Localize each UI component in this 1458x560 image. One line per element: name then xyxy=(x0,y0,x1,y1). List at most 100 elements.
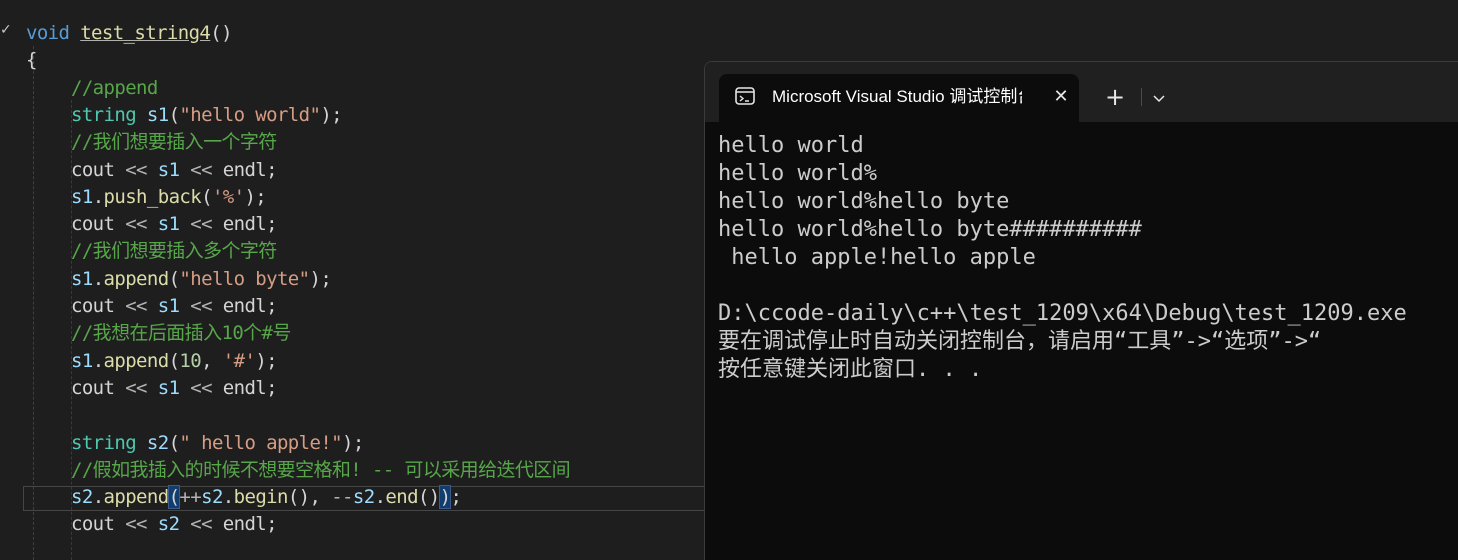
code-token: << xyxy=(125,376,147,399)
code-token: //我想在后面插入10个#号 xyxy=(71,322,291,345)
code-token: s1 xyxy=(157,158,180,181)
code-token: //我们想要插入多个字符 xyxy=(71,240,277,263)
code-token: << xyxy=(125,513,147,536)
code-token: ; xyxy=(450,486,462,509)
code-token: << xyxy=(125,158,147,181)
code-token: s1 xyxy=(71,185,93,208)
code-token: ( xyxy=(168,431,180,454)
code-token: '%' xyxy=(211,185,245,208)
code-token: ); xyxy=(342,431,364,454)
code-token: << xyxy=(190,513,212,536)
code-token: () xyxy=(417,486,440,509)
code-token: string xyxy=(71,431,137,454)
terminal-window[interactable]: Microsoft Visual Studio 调试控制台 ✕ + hello … xyxy=(704,61,1458,560)
code-line[interactable]: string s1("hello world"); xyxy=(71,102,343,129)
terminal-output-line: D:\ccode-daily\c++\test_1209\x64\Debug\t… xyxy=(718,301,1407,326)
code-token: test_string4 xyxy=(80,22,211,44)
code-token: endl; xyxy=(211,376,278,399)
code-token: << xyxy=(190,295,212,317)
code-line[interactable]: s1.append(10, '#'); xyxy=(71,348,278,375)
code-token: append xyxy=(103,486,170,509)
code-token: cout xyxy=(71,295,126,317)
code-token: ( xyxy=(168,103,180,126)
code-token: ( xyxy=(167,485,181,510)
code-line[interactable]: cout << s1 << endl; xyxy=(71,211,278,238)
code-line[interactable]: //我们想要插入一个字符 xyxy=(71,129,277,156)
code-token: . xyxy=(92,349,104,372)
code-line[interactable]: { xyxy=(26,47,37,74)
code-token: s2 xyxy=(146,431,169,454)
terminal-output-line: hello world%hello byte xyxy=(718,189,1010,214)
chevron-down-icon[interactable] xyxy=(1144,82,1174,112)
code-token: s1 xyxy=(157,376,180,399)
titlebar-divider xyxy=(1141,88,1142,106)
code-line[interactable]: cout << s1 << endl; xyxy=(71,293,278,320)
code-token: << xyxy=(190,213,212,236)
code-token: . xyxy=(92,185,104,208)
new-tab-button[interactable]: + xyxy=(1100,82,1130,112)
code-token: ( xyxy=(168,349,180,372)
code-token: '#' xyxy=(222,349,256,372)
code-token: () xyxy=(210,22,232,44)
code-token: ); xyxy=(309,267,332,290)
code-token: , xyxy=(201,349,223,372)
code-token: << xyxy=(190,376,212,399)
code-token: "hello world" xyxy=(179,103,321,126)
code-token: << xyxy=(125,213,147,236)
code-token: s1 xyxy=(157,213,180,236)
terminal-tab[interactable]: Microsoft Visual Studio 调试控制台 ✕ xyxy=(719,74,1079,122)
code-token: cout xyxy=(71,213,126,236)
code-token: cout xyxy=(71,158,126,181)
code-line[interactable]: string s2(" hello apple!"); xyxy=(71,430,364,457)
terminal-output-line: 要在调试停止时自动关闭控制台，请启用“工具”->“选项”->“ xyxy=(718,329,1322,354)
code-line[interactable]: //我想在后面插入10个#号 xyxy=(71,320,291,347)
code-token: ); xyxy=(244,185,267,208)
code-line[interactable]: //append xyxy=(71,75,158,102)
code-line[interactable]: cout << s2 << endl; xyxy=(71,511,278,538)
code-line[interactable]: cout << s1 << endl; xyxy=(71,375,278,402)
code-line[interactable]: s1.push_back('%'); xyxy=(71,184,267,211)
indent-guide xyxy=(33,46,34,560)
code-token: . xyxy=(222,486,234,509)
code-token: s1 xyxy=(157,295,180,317)
terminal-output-line: hello world%hello byte########## xyxy=(718,217,1142,242)
code-token: endl; xyxy=(211,213,278,236)
code-line[interactable]: s2.append(++s2.begin(), --s2.end()); xyxy=(71,484,462,511)
code-token: ); xyxy=(320,103,343,126)
code-token: void xyxy=(26,22,70,44)
terminal-output-line: hello apple!hello apple xyxy=(718,245,1036,270)
code-token: //append xyxy=(71,76,158,99)
fold-chevron-icon[interactable]: ✓ xyxy=(0,22,12,38)
code-line[interactable]: //我们想要插入多个字符 xyxy=(71,238,277,265)
code-line[interactable]: //假如我插入的时候不想要空格和! -- 可以采用给迭代区间 xyxy=(71,457,571,484)
code-token: s1 xyxy=(71,267,93,290)
code-token: "hello byte" xyxy=(179,267,310,290)
code-line[interactable]: s1.append("hello byte"); xyxy=(71,266,332,293)
code-token: endl; xyxy=(211,513,278,536)
code-token: ( xyxy=(168,267,180,290)
code-token: ); xyxy=(255,349,278,372)
code-line[interactable]: void test_string4() xyxy=(26,20,233,47)
code-token: append xyxy=(103,267,170,290)
terminal-output[interactable]: hello world hello world% hello world%hello… xyxy=(718,132,1458,384)
code-token: end xyxy=(385,486,418,509)
code-token: (), xyxy=(287,486,332,509)
terminal-titlebar[interactable]: Microsoft Visual Studio 调试控制台 ✕ + xyxy=(705,62,1458,122)
terminal-output-line: hello world xyxy=(718,133,864,158)
code-line[interactable]: cout << s1 << endl; xyxy=(71,157,278,184)
code-token: cout xyxy=(71,376,126,399)
code-token: endl; xyxy=(211,295,278,317)
close-icon[interactable]: ✕ xyxy=(1049,85,1073,109)
terminal-output-line: hello world% xyxy=(718,161,877,186)
